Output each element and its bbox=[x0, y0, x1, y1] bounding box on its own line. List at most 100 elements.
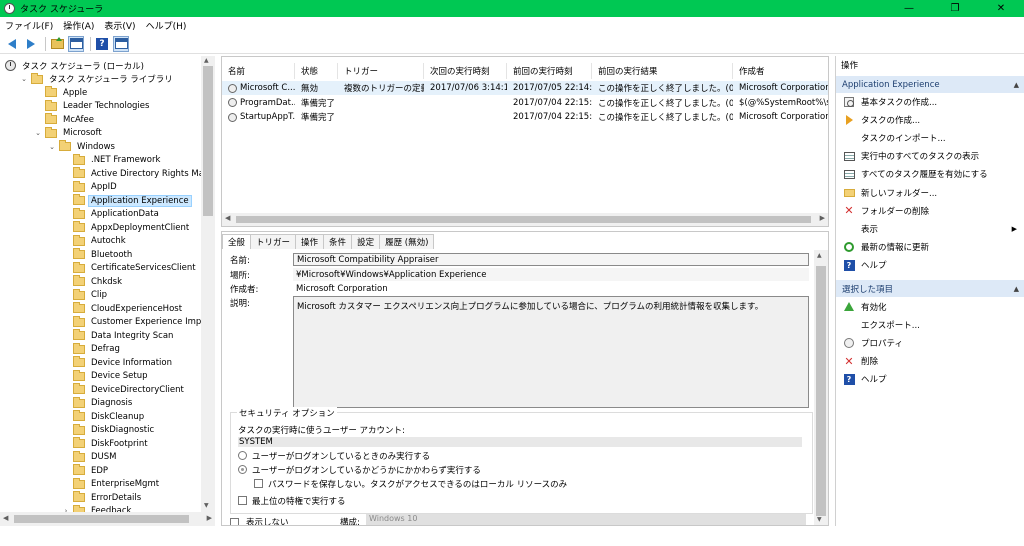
action-item[interactable]: 最新の情報に更新 bbox=[836, 239, 1024, 256]
menu-view[interactable]: 表示(V) bbox=[99, 19, 140, 32]
action-item[interactable]: タスクのインポート... bbox=[836, 129, 1024, 146]
tree-item[interactable]: .NET Framework bbox=[62, 153, 162, 168]
column-header-author[interactable]: 作成者 bbox=[733, 63, 828, 79]
tab-conditions[interactable]: 条件 bbox=[323, 234, 353, 249]
tree-item[interactable]: ⌄ タスク スケジューラ ライブラリ bbox=[20, 72, 175, 87]
task-list-scroll-thumb[interactable] bbox=[236, 216, 811, 223]
tree-item[interactable]: Apple bbox=[34, 86, 89, 100]
tree-item[interactable]: CloudExperienceHost bbox=[62, 302, 184, 316]
tree-item[interactable]: AppxDeploymentClient bbox=[62, 221, 191, 235]
tree-item[interactable]: McAfee bbox=[34, 113, 96, 127]
tree-horizontal-scrollbar[interactable]: ◀ ▶ bbox=[0, 512, 215, 526]
checkbox-hidden[interactable] bbox=[230, 518, 239, 525]
tree-item[interactable]: DUSM bbox=[62, 450, 119, 465]
tree-item[interactable]: DiskDiagnostic bbox=[62, 423, 156, 438]
tree-item[interactable]: DiskFootprint bbox=[62, 437, 150, 451]
menu-file[interactable]: ファイル(F) bbox=[0, 19, 58, 32]
column-header-name[interactable]: 名前 bbox=[222, 63, 295, 79]
tree-item[interactable]: ⌄ Microsoft bbox=[34, 126, 104, 141]
column-header-trigger[interactable]: トリガー bbox=[338, 63, 424, 79]
tree-item[interactable]: Customer Experience Improvem bbox=[62, 315, 214, 330]
tree-vertical-scrollbar[interactable]: ▲ ▼ bbox=[201, 56, 215, 512]
task-row[interactable]: Microsoft C... 無効 複数のトリガーの定義 2017/07/06 3:1… bbox=[222, 81, 828, 95]
column-header-last-run[interactable]: 前回の実行時刻 bbox=[507, 63, 592, 79]
tree-item[interactable]: Device Setup bbox=[62, 369, 150, 384]
help-button[interactable]: ? bbox=[94, 36, 110, 52]
tree-scroll-thumb[interactable] bbox=[203, 66, 213, 216]
column-header-status[interactable]: 状態 bbox=[295, 63, 338, 79]
tree-item[interactable]: EnterpriseMgmt bbox=[62, 477, 161, 492]
tree-item[interactable]: Chkdsk bbox=[62, 275, 124, 289]
tab-history[interactable]: 履歴 (無効) bbox=[379, 234, 435, 249]
menu-help[interactable]: ヘルプ(H) bbox=[141, 19, 192, 32]
radio-logged-on-only[interactable] bbox=[238, 451, 247, 460]
collapse-up-icon[interactable]: ▲ bbox=[1014, 285, 1019, 293]
tab-triggers[interactable]: トリガー bbox=[250, 234, 297, 249]
tree-item[interactable]: Active Directory Rights Manage bbox=[62, 167, 214, 181]
show-hide-console-tree-button[interactable] bbox=[68, 35, 84, 52]
scroll-right-icon[interactable]: ▶ bbox=[207, 514, 212, 522]
tree-item[interactable]: DeviceDirectoryClient bbox=[62, 383, 186, 397]
tree-item[interactable]: Bluetooth bbox=[62, 248, 134, 262]
tree-item[interactable]: タスク スケジューラ (ローカル) bbox=[5, 59, 146, 73]
close-button[interactable]: ✕ bbox=[978, 0, 1024, 17]
task-row[interactable]: StartupAppT... 準備完了 2017/07/04 22:15:19 この操… bbox=[222, 110, 828, 124]
scroll-left-icon[interactable]: ◀ bbox=[3, 514, 8, 522]
actions-group-selected-item[interactable]: 選択した項目 ▲ bbox=[836, 280, 1024, 297]
minimize-button[interactable]: — bbox=[886, 0, 932, 17]
scroll-up-icon[interactable]: ▲ bbox=[204, 57, 209, 64]
chevron-down-icon[interactable]: ⌄ bbox=[48, 143, 56, 151]
tree-item[interactable]: ⌄ Windows bbox=[48, 140, 117, 154]
tree-item[interactable]: DiskCleanup bbox=[62, 410, 146, 424]
scroll-down-icon[interactable]: ▼ bbox=[204, 502, 209, 509]
tree-item[interactable]: Defrag bbox=[62, 342, 122, 357]
tree-item[interactable]: AppID bbox=[62, 180, 119, 195]
up-one-level-button[interactable] bbox=[49, 36, 65, 52]
name-field[interactable]: Microsoft Compatibility Appraiser bbox=[293, 253, 809, 266]
actions-group-application-experience[interactable]: Application Experience ▲ bbox=[836, 76, 1024, 93]
action-item[interactable]: 実行中のすべてのタスクの表示 bbox=[836, 148, 1024, 165]
action-item[interactable]: 有効化 bbox=[836, 298, 1024, 315]
tree-item[interactable]: ApplicationData bbox=[62, 207, 161, 222]
action-item[interactable]: すべてのタスク履歴を有効にする bbox=[836, 166, 1024, 183]
radio-logged-on-or-not[interactable] bbox=[238, 465, 247, 474]
tree-item[interactable]: ErrorDetails bbox=[62, 491, 143, 505]
tree-item[interactable]: Autochk bbox=[62, 234, 128, 249]
checkbox-highest-privileges[interactable] bbox=[238, 496, 247, 505]
tree-item[interactable]: CertificateServicesClient bbox=[62, 261, 198, 276]
collapse-up-icon[interactable]: ▲ bbox=[1014, 81, 1019, 89]
chevron-down-icon[interactable]: ⌄ bbox=[20, 75, 28, 83]
details-scroll-thumb[interactable] bbox=[816, 266, 826, 516]
tree-item[interactable]: EDP bbox=[62, 464, 110, 478]
tab-settings[interactable]: 設定 bbox=[351, 234, 381, 249]
task-list-horizontal-scrollbar[interactable]: ◀ ▶ bbox=[222, 213, 828, 226]
action-item[interactable]: ? ヘルプ bbox=[836, 257, 1024, 274]
tab-actions[interactable]: 操作 bbox=[295, 234, 325, 249]
menu-action[interactable]: 操作(A) bbox=[58, 19, 99, 32]
action-item[interactable]: 表示 ▶ bbox=[836, 220, 1024, 237]
tree-item[interactable]: Diagnosis bbox=[62, 396, 134, 411]
action-item[interactable]: ? ヘルプ bbox=[836, 371, 1024, 388]
tree-item[interactable]: Application Experience bbox=[62, 194, 192, 208]
forward-button[interactable] bbox=[23, 36, 39, 52]
checkbox-do-not-store-password[interactable] bbox=[254, 479, 263, 488]
action-item[interactable]: 新しいフォルダー... bbox=[836, 184, 1024, 201]
scroll-right-icon[interactable]: ▶ bbox=[820, 214, 825, 222]
tree-item[interactable]: Data Integrity Scan bbox=[62, 329, 175, 343]
details-vertical-scrollbar[interactable]: ▲ ▼ bbox=[814, 250, 828, 525]
chevron-down-icon[interactable]: ⌄ bbox=[34, 129, 42, 137]
action-item[interactable]: ✕ フォルダーの削除 bbox=[836, 202, 1024, 219]
tree-item[interactable]: Leader Technologies bbox=[34, 99, 151, 114]
action-item[interactable]: プロパティ bbox=[836, 334, 1024, 351]
column-header-last-result[interactable]: 前回の実行結果 bbox=[592, 63, 733, 79]
task-row[interactable]: ProgramDat... 準備完了 2017/07/04 22:15:20 この操作… bbox=[222, 96, 828, 110]
show-hide-action-pane-button[interactable] bbox=[113, 35, 129, 52]
description-field[interactable]: Microsoft カスタマー エクスペリエンス向上プログラムに参加している場合… bbox=[293, 296, 809, 408]
configure-for-select[interactable]: Windows 10 bbox=[366, 514, 806, 525]
scroll-up-icon[interactable]: ▲ bbox=[817, 252, 822, 259]
column-header-next-run[interactable]: 次回の実行時刻 bbox=[424, 63, 507, 79]
tab-general[interactable]: 全般 bbox=[222, 234, 252, 249]
tree-item[interactable]: Clip bbox=[62, 288, 109, 303]
tree-hscroll-thumb[interactable] bbox=[14, 515, 189, 523]
action-item[interactable]: ✕ 削除 bbox=[836, 353, 1024, 370]
